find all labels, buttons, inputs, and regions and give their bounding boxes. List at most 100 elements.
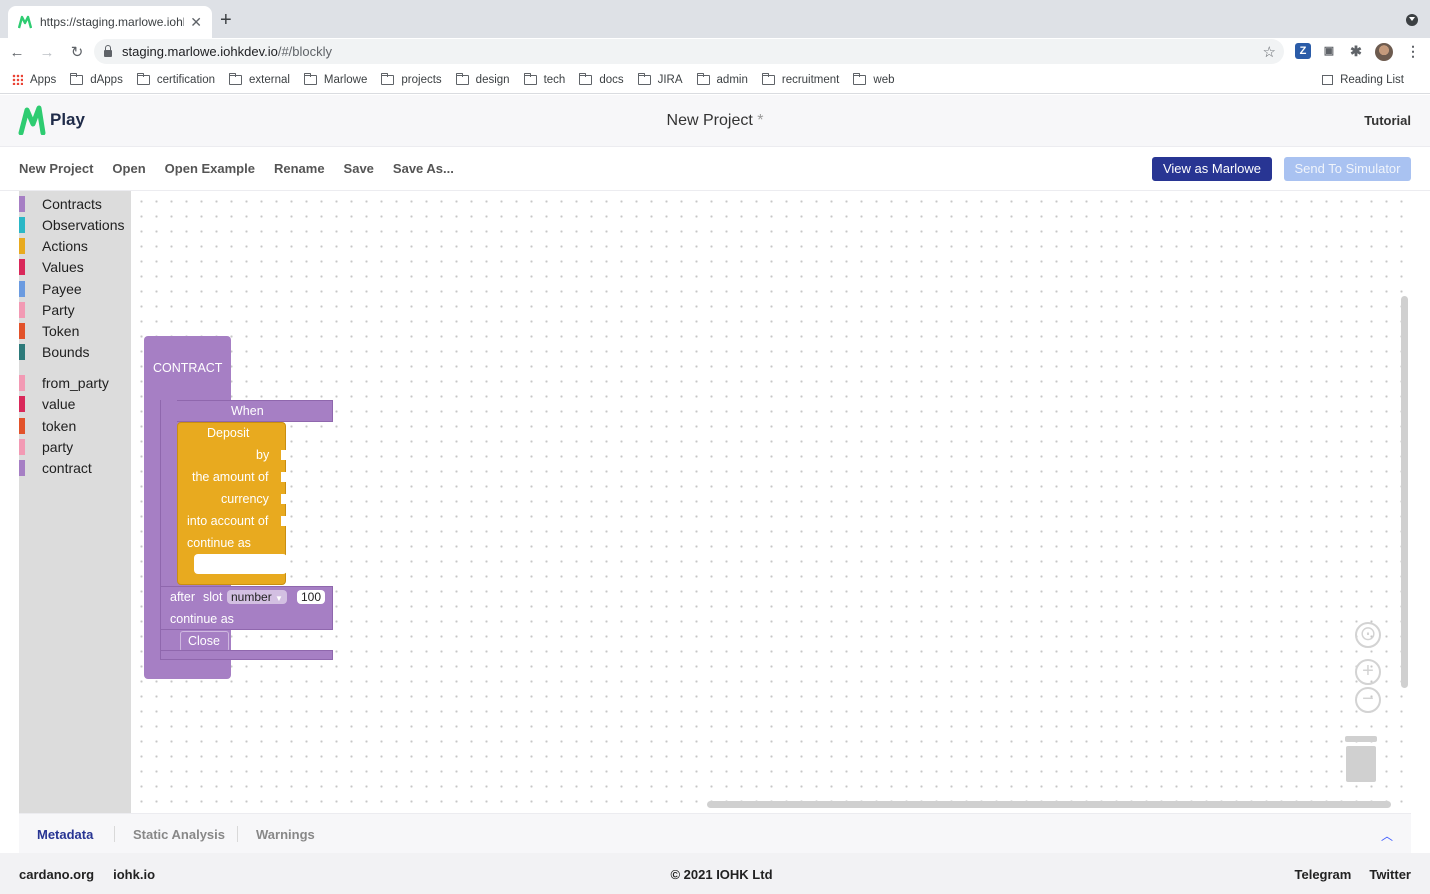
slot-label: slot	[203, 590, 223, 604]
tab-metadata[interactable]: Metadata	[37, 827, 93, 842]
bookmark-folder[interactable]: dApps	[70, 72, 123, 86]
toolbox-category-token[interactable]: Token	[19, 322, 79, 340]
rename-button[interactable]: Rename	[274, 161, 325, 176]
toolbox-hole-party[interactable]: party	[19, 438, 73, 456]
browser-toolbar: ← → ↻ staging.marlowe.iohkdev.io/#/block…	[0, 38, 1430, 66]
toolbox-category-values[interactable]: Values	[19, 258, 84, 276]
tab-warnings[interactable]: Warnings	[256, 827, 315, 842]
workspace-vertical-scrollbar[interactable]	[1401, 296, 1408, 688]
toolbox-hole-from-party[interactable]: from_party	[19, 374, 109, 392]
category-label: Contracts	[42, 196, 102, 212]
deposit-account-input[interactable]	[281, 516, 287, 526]
bookmark-folder[interactable]: docs	[579, 72, 624, 86]
save-as-button[interactable]: Save As...	[393, 161, 454, 176]
save-button[interactable]: Save	[344, 161, 374, 176]
category-label: from_party	[42, 375, 109, 391]
timeout-continue-label: continue as	[170, 612, 234, 626]
deposit-by-input[interactable]	[281, 450, 287, 460]
lock-icon[interactable]	[104, 45, 112, 57]
tab-search-icon[interactable]	[1406, 14, 1418, 26]
bookmark-folder[interactable]: external	[229, 72, 290, 86]
zotero-extension-icon[interactable]: Z	[1295, 43, 1311, 59]
when-block-footer	[160, 650, 333, 660]
timeout-value-field[interactable]: 100	[297, 590, 326, 604]
folder-icon	[853, 72, 867, 85]
folder-icon	[303, 72, 317, 85]
tab-manager-extension-icon[interactable]: ▣	[1321, 43, 1337, 59]
toolbox-category-payee[interactable]: Payee	[19, 280, 82, 298]
bookmark-folder[interactable]: design	[455, 72, 510, 86]
send-to-simulator-button[interactable]: Send To Simulator	[1284, 157, 1411, 181]
trash-lid-icon[interactable]	[1345, 736, 1377, 742]
chevron-up-icon[interactable]: ︿	[1381, 827, 1393, 844]
category-color-swatch	[19, 302, 25, 318]
bookmark-folder[interactable]: JIRA	[637, 72, 683, 86]
forward-icon[interactable]: →	[34, 44, 60, 61]
browser-tab[interactable]: https://staging.marlowe.iohkdev.io ✕	[8, 6, 212, 38]
bookmark-folder[interactable]: recruitment	[761, 72, 840, 86]
deposit-currency-input[interactable]	[281, 494, 287, 504]
tab-static-analysis[interactable]: Static Analysis	[133, 827, 225, 842]
deposit-continuation-slot[interactable]	[194, 554, 287, 574]
toolbox-category-contracts[interactable]: Contracts	[19, 195, 102, 213]
workspace-horizontal-scrollbar[interactable]	[707, 801, 1391, 808]
bookmark-folder[interactable]: certification	[136, 72, 215, 86]
new-project-button[interactable]: New Project	[19, 161, 93, 176]
blockly-toolbox: Contracts Observations Actions Values Pa…	[19, 191, 131, 813]
category-label: Party	[42, 302, 75, 318]
footer-right-links: Telegram Twitter	[1277, 867, 1412, 882]
toolbox-category-observations[interactable]: Observations	[19, 216, 124, 234]
toolbox-category-actions[interactable]: Actions	[19, 237, 88, 255]
new-tab-icon[interactable]: +	[220, 9, 232, 31]
category-label: Token	[42, 323, 80, 339]
extensions-puzzle-icon[interactable]: ✱	[1348, 43, 1364, 59]
bookmark-folder[interactable]: admin	[696, 72, 748, 86]
browser-menu-icon[interactable]: ⋮	[1406, 42, 1420, 60]
category-color-swatch	[19, 238, 25, 254]
bookmark-folder[interactable]: tech	[523, 72, 566, 86]
bookmark-apps[interactable]: Apps	[12, 74, 56, 86]
toolbox-hole-value[interactable]: value	[19, 395, 75, 413]
address-bar[interactable]: staging.marlowe.iohkdev.io/#/blockly ☆	[94, 39, 1284, 64]
deposit-continue-label: continue as	[187, 536, 251, 550]
bookmark-label: tech	[543, 73, 566, 86]
blockly-workspace[interactable]: CONTRACT When Deposit by the amount of c…	[131, 191, 1411, 813]
tab-divider	[114, 826, 115, 842]
reading-list[interactable]: Reading List	[1322, 74, 1404, 86]
toolbox-hole-contract[interactable]: contract	[19, 459, 92, 477]
tab-title: https://staging.marlowe.iohkdev.io	[40, 15, 184, 29]
bookmark-folder[interactable]: web	[853, 72, 895, 86]
toolbox-category-bounds[interactable]: Bounds	[19, 343, 89, 361]
close-tab-icon[interactable]: ✕	[190, 14, 202, 31]
open-button[interactable]: Open	[112, 161, 145, 176]
toolbox-hole-token[interactable]: token	[19, 417, 76, 435]
recenter-icon[interactable]: ⊙	[1355, 622, 1381, 648]
open-example-button[interactable]: Open Example	[165, 161, 255, 176]
bookmark-label: projects	[401, 73, 442, 86]
deposit-amount-input[interactable]	[281, 472, 287, 482]
toolbox-category-party[interactable]: Party	[19, 301, 75, 319]
zoom-in-icon[interactable]: +	[1355, 659, 1381, 685]
bookmark-folder[interactable]: projects	[381, 72, 442, 86]
bookmark-folder[interactable]: Marlowe	[303, 72, 368, 86]
bookmark-label: recruitment	[781, 73, 840, 86]
footer-link-twitter[interactable]: Twitter	[1369, 867, 1411, 882]
bookmark-label: certification	[156, 73, 215, 86]
trash-can-icon[interactable]	[1346, 746, 1376, 782]
category-color-swatch	[19, 323, 25, 339]
view-as-marlowe-button[interactable]: View as Marlowe	[1152, 157, 1272, 181]
back-icon[interactable]: ←	[4, 44, 30, 61]
bookmark-star-icon[interactable]: ☆	[1263, 43, 1276, 61]
marlowe-favicon-icon	[18, 15, 32, 29]
slot-type-value: number	[231, 590, 272, 604]
footer-link-telegram[interactable]: Telegram	[1295, 867, 1352, 882]
zoom-out-icon[interactable]: −	[1355, 687, 1381, 713]
reload-icon[interactable]: ↻	[64, 43, 90, 61]
category-label: party	[42, 439, 74, 455]
category-color-swatch	[19, 281, 25, 297]
bookmark-label: Marlowe	[323, 73, 368, 86]
profile-avatar[interactable]	[1375, 43, 1393, 61]
slot-type-dropdown[interactable]: number ▼	[227, 590, 287, 604]
tutorial-link[interactable]: Tutorial	[1364, 113, 1411, 128]
folder-icon	[579, 72, 593, 85]
